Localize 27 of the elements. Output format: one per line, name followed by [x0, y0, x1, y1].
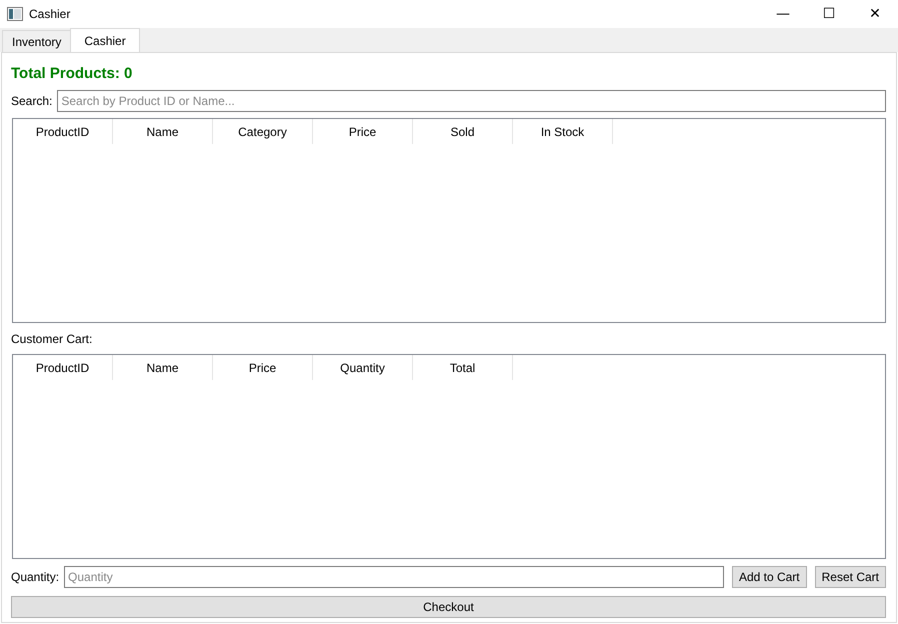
column-header[interactable]: ProductID — [13, 119, 113, 144]
checkout-button[interactable]: Checkout — [11, 596, 886, 618]
total-products-label: Total Products: 0 — [11, 65, 134, 84]
window-title: Cashier — [29, 7, 72, 21]
column-header[interactable]: Sold — [413, 119, 513, 144]
column-header[interactable]: Quantity — [313, 355, 413, 380]
column-header[interactable]: ProductID — [13, 355, 113, 380]
search-label: Search: — [11, 94, 52, 108]
close-button[interactable]: ✕ — [852, 0, 898, 28]
column-header[interactable]: Price — [313, 119, 413, 144]
maximize-button[interactable]: ☐ — [806, 0, 852, 28]
cart-label: Customer Cart: — [11, 332, 94, 348]
quantity-field[interactable]: Quantity — [64, 566, 724, 588]
tab[interactable]: Inventory — [2, 30, 72, 52]
search-field[interactable]: Search by Product ID or Name... — [57, 90, 886, 112]
column-header[interactable]: Price — [213, 355, 313, 380]
column-header[interactable]: Total — [413, 355, 513, 380]
minimize-button[interactable]: — — [760, 0, 806, 28]
quantity-label: Quantity: — [11, 570, 60, 584]
column-header[interactable]: Category — [213, 119, 313, 144]
column-header[interactable]: Name — [113, 119, 213, 144]
column-header[interactable]: In Stock — [513, 119, 613, 144]
add-to-cart-button[interactable]: Add to Cart — [732, 566, 807, 588]
column-header[interactable]: Name — [113, 355, 213, 380]
reset-cart-button[interactable]: Reset Cart — [814, 566, 886, 588]
app-icon — [7, 7, 23, 21]
tab[interactable]: Cashier — [70, 28, 140, 52]
